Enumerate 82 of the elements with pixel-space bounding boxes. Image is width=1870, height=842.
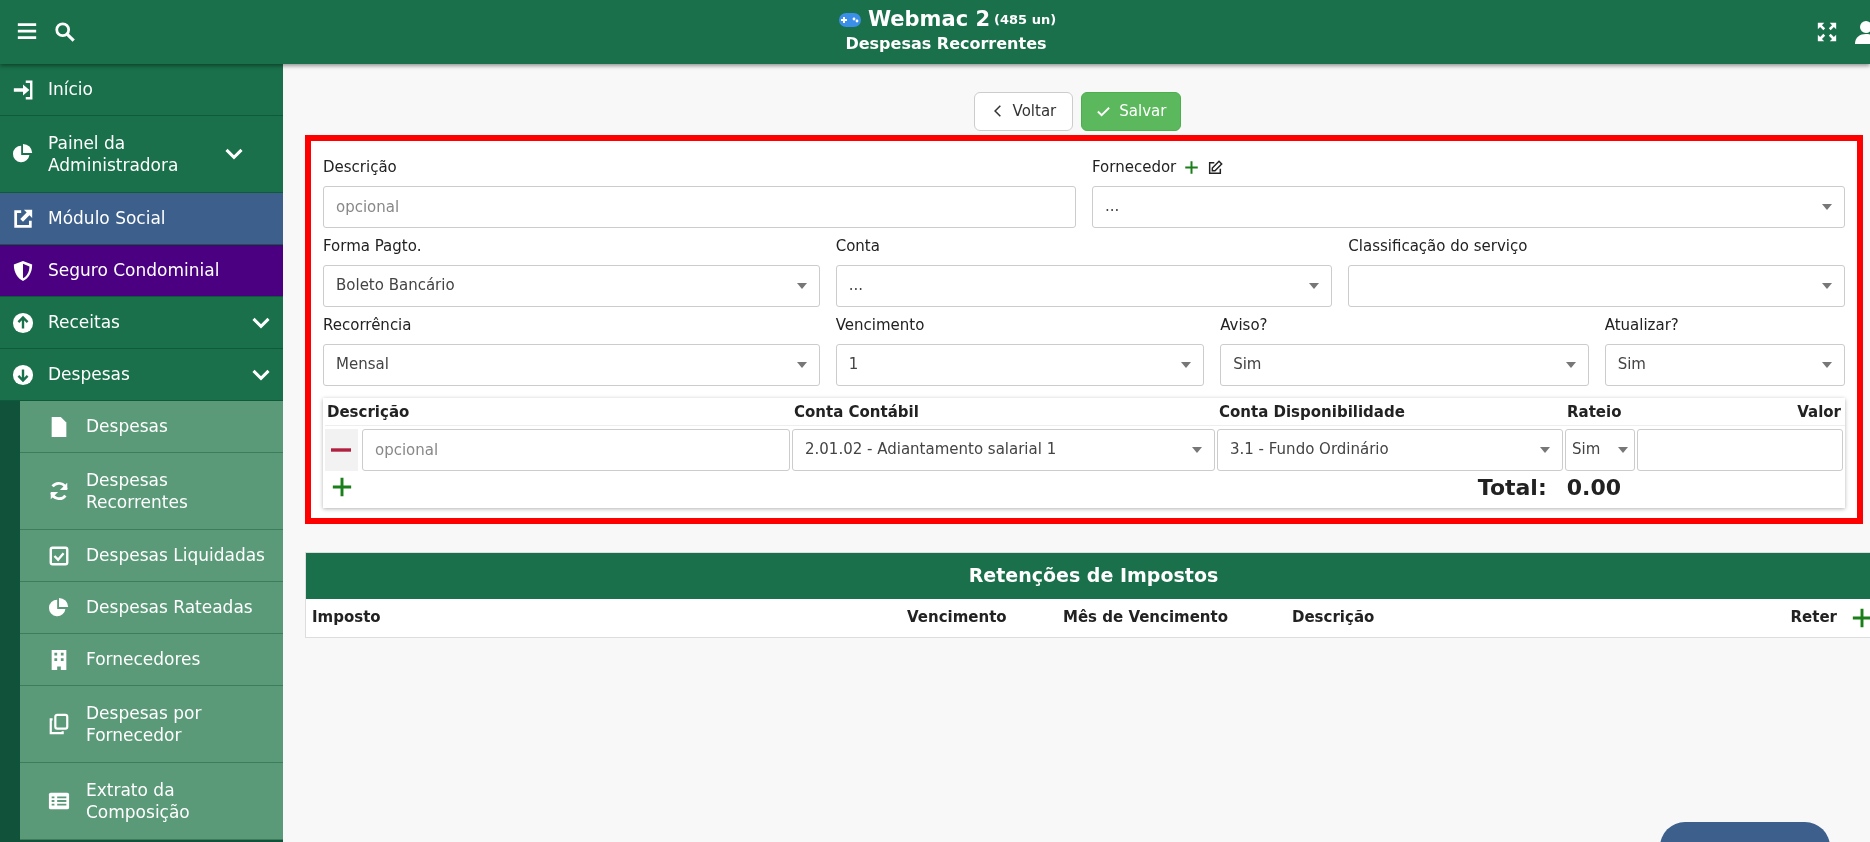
arrow-up-icon <box>12 311 34 334</box>
sidebar-subitem[interactable]: Despesas <box>20 401 283 453</box>
sync-icon <box>48 480 70 502</box>
field-label: Vencimento <box>835 315 925 337</box>
caret-icon <box>1565 361 1576 368</box>
input-field[interactable]: opcional <box>361 428 790 471</box>
dropdown[interactable]: Sim <box>1565 428 1635 471</box>
pie-chart-icon <box>48 596 70 619</box>
pie-chart-icon <box>12 143 34 165</box>
field-label: Aviso? <box>1220 315 1268 337</box>
caret-icon <box>1309 282 1320 289</box>
total-value: 0.00 <box>1566 473 1621 502</box>
sidebar-item[interactable]: Despesas <box>0 349 283 401</box>
shield-icon <box>12 259 34 282</box>
field-label: Atualizar? <box>1604 315 1679 337</box>
sidebar-subitem[interactable]: Fornecedores <box>20 634 283 686</box>
column-header: Valor <box>1797 402 1841 424</box>
dropdown[interactable]: 3.1 - Fundo Ordinário <box>1217 428 1563 471</box>
dropdown[interactable]: Sim <box>1604 343 1845 386</box>
sidebar-item[interactable]: Receitas <box>0 297 283 349</box>
arrow-down-icon <box>12 363 34 386</box>
field-label: Descrição <box>323 157 397 179</box>
input-field[interactable]: opcional <box>323 185 1076 228</box>
sidebar-item[interactable]: Painel da Administradora <box>0 116 283 193</box>
dropdown[interactable]: ... <box>835 264 1333 307</box>
caret-icon <box>1192 446 1202 453</box>
plus-icon[interactable] <box>331 476 353 498</box>
caret-icon <box>1181 361 1192 368</box>
caret-icon <box>1821 282 1832 289</box>
caret-icon <box>1618 446 1628 453</box>
sidebar-subitem[interactable]: Despesas por Fornecedor <box>20 686 283 763</box>
search-icon[interactable] <box>54 21 76 43</box>
fullscreen-icon[interactable] <box>1816 21 1838 43</box>
dropdown[interactable]: ... <box>1092 185 1845 228</box>
column-header: Imposto <box>312 607 382 629</box>
minus-icon <box>331 447 352 452</box>
total-label: Total: <box>1477 473 1547 502</box>
list-icon <box>48 790 70 812</box>
column-header: Mês de Vencimento <box>1063 607 1229 629</box>
caret-icon <box>796 361 807 368</box>
remove-button[interactable] <box>325 428 358 471</box>
panel-title: Retenções de Impostos <box>306 552 1870 599</box>
unit-count: (485 un) <box>994 11 1057 30</box>
caret-icon <box>1822 203 1832 210</box>
column-header: Descrição <box>1292 607 1376 629</box>
sidebar-subitem[interactable]: Extrato da Composição <box>20 763 283 840</box>
sidebar-item[interactable]: Início <box>0 64 283 116</box>
sidebar-subitem[interactable]: Despesas Rateadas <box>20 582 283 634</box>
sidebar-item[interactable]: Seguro Condominial <box>0 245 283 297</box>
page-title: Despesas Recorrentes <box>845 32 1047 55</box>
column-header: Conta Contábil <box>794 402 919 424</box>
column-header: Descrição <box>327 402 410 424</box>
sidebar-subitem[interactable]: Despesas Liquidadas <box>20 530 283 582</box>
column-header: Vencimento <box>907 607 1008 629</box>
field-label: Classificação do serviço <box>1348 236 1528 258</box>
back-button[interactable]: Voltar <box>973 92 1074 131</box>
caret-icon <box>1822 361 1832 368</box>
plus-icon[interactable] <box>1851 606 1870 629</box>
app-title: Webmac 2 <box>867 8 991 32</box>
column-header: Reter <box>1790 607 1837 629</box>
column-header: Conta Disponibilidade <box>1219 402 1405 424</box>
dropdown[interactable]: Sim <box>1220 343 1589 386</box>
sidebar-item[interactable]: Módulo Social <box>0 193 283 245</box>
field-label: Conta <box>835 236 880 258</box>
column-header: Rateio <box>1567 402 1622 424</box>
dropdown[interactable]: 1 <box>835 343 1205 386</box>
field-label: Forma Pagto. <box>323 236 422 258</box>
dropdown[interactable]: 2.01.02 - Adiantamento salarial 1 <box>792 428 1215 471</box>
copy-icon <box>48 713 70 735</box>
caret-icon <box>1540 446 1550 453</box>
login-icon <box>12 78 34 101</box>
edit-icon[interactable] <box>1207 159 1224 176</box>
caret-icon <box>796 282 807 289</box>
field-label: Fornecedor <box>1092 157 1177 179</box>
sidebar-subitem[interactable]: Despesas Recorrentes <box>20 453 283 530</box>
input-field[interactable] <box>1637 428 1843 471</box>
external-link-icon <box>12 207 34 230</box>
checkbox-icon <box>48 544 70 567</box>
field-label: Recorrência <box>323 315 412 337</box>
dropdown[interactable]: Boleto Bancário <box>323 264 820 307</box>
dropdown[interactable]: Mensal <box>323 343 820 386</box>
plus-icon[interactable] <box>1184 160 1200 175</box>
